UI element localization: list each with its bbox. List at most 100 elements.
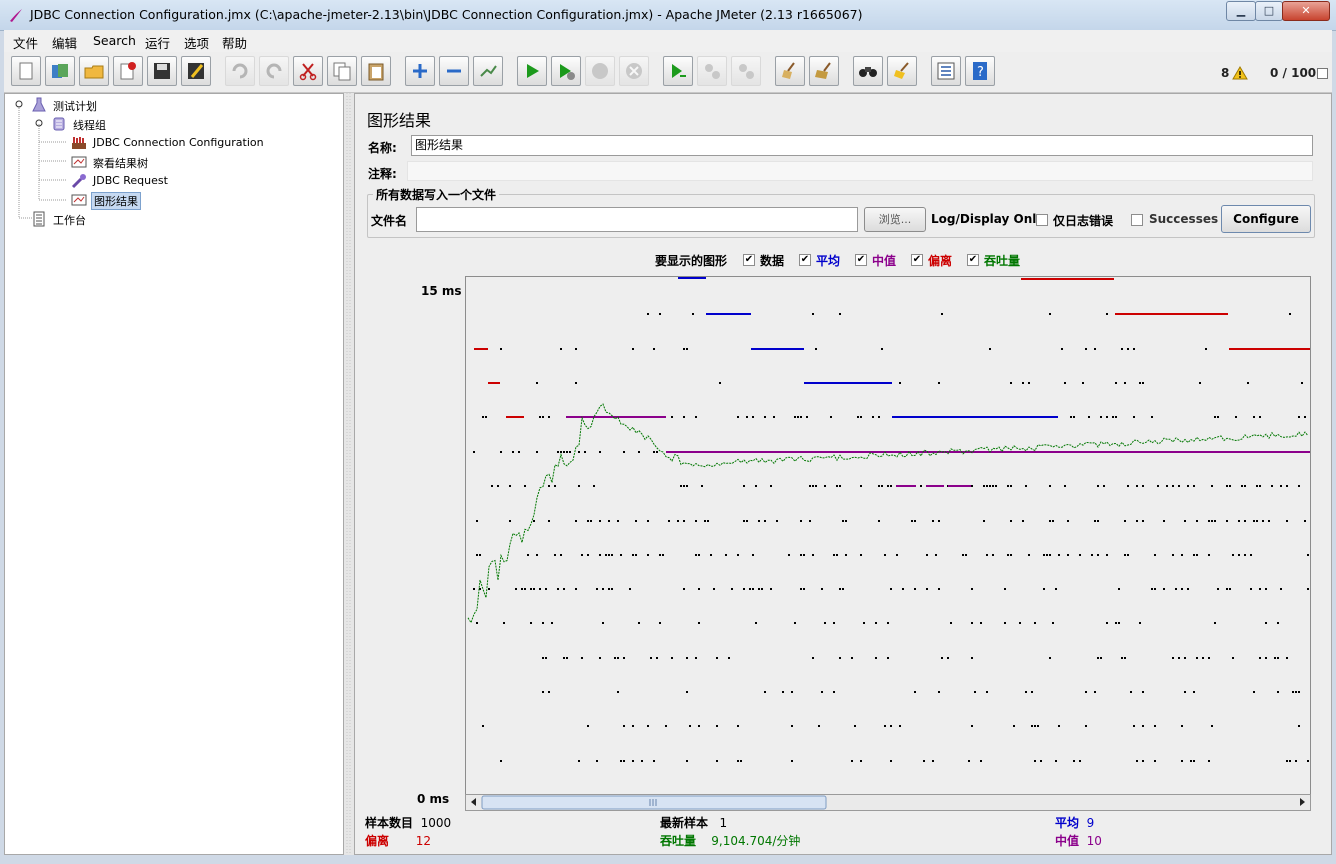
configure-button[interactable]: Configure	[1221, 205, 1311, 233]
average-checkbox[interactable]: ✔	[799, 254, 811, 266]
menu-help[interactable]: 帮助	[222, 33, 247, 52]
deviation-label: 偏离	[928, 254, 953, 268]
sweep-icon	[894, 62, 909, 79]
function-helper-button[interactable]	[931, 56, 961, 86]
broom-all-icon	[815, 62, 831, 79]
throughput-checkbox[interactable]: ✔	[967, 254, 979, 266]
stop-button[interactable]	[585, 56, 615, 86]
comment-input[interactable]	[407, 161, 1313, 181]
name-label: 名称:	[368, 141, 397, 155]
y-axis-min-label: 0 ms	[417, 792, 450, 806]
menu-search[interactable]: Search	[93, 33, 136, 48]
menu-edit[interactable]: 编辑	[52, 33, 77, 52]
menu-options[interactable]: 选项	[184, 33, 209, 52]
maximize-button[interactable]: □	[1255, 1, 1283, 21]
templates-button[interactable]	[45, 56, 75, 86]
save-screenshot-button[interactable]	[181, 56, 211, 86]
redo-button[interactable]	[259, 56, 289, 86]
remote-stop-button[interactable]	[697, 56, 727, 86]
samples-stat: 样本数目 1000	[365, 814, 451, 831]
graphs-to-display-label: 要显示的图形	[655, 254, 728, 268]
tree-item-label: 察看结果树	[93, 157, 148, 170]
reset-search-button[interactable]	[887, 56, 917, 86]
deviation-value: 12	[415, 834, 431, 848]
plus-icon	[413, 64, 427, 78]
errors-only-checkbox[interactable]	[1036, 214, 1048, 226]
deviation-stat-label: 偏离	[365, 834, 390, 848]
new-file-icon	[19, 62, 33, 80]
close-file-button[interactable]	[113, 56, 143, 86]
samples-label: 样本数目	[365, 816, 414, 830]
sampler-icon	[71, 174, 86, 189]
listener-icon	[71, 194, 87, 206]
median-stat-label: 中值	[1055, 834, 1080, 848]
sample-dots	[473, 313, 1309, 762]
throughput-stat: 吞吐量 9,104.704/分钟	[660, 832, 800, 849]
scrollbar-track	[471, 795, 1305, 810]
tree-item-label: JDBC Request	[93, 174, 168, 187]
filename-input[interactable]	[416, 207, 858, 232]
cut-button[interactable]	[293, 56, 323, 86]
graph-canvas	[467, 277, 1310, 762]
splitter-grip	[346, 93, 351, 855]
tree-item-label: 线程组	[73, 119, 106, 132]
stop-icon	[592, 63, 608, 79]
deviation-checkbox[interactable]: ✔	[911, 254, 923, 266]
collapse-all-button[interactable]	[439, 56, 469, 86]
search-button[interactable]	[853, 56, 883, 86]
panel-title: 图形结果	[367, 111, 432, 130]
average-stat-label: 平均	[1055, 816, 1080, 830]
horizontal-scrollbar[interactable]	[465, 794, 1311, 811]
maximize-icon: □	[1263, 4, 1275, 17]
help-icon: ?	[973, 62, 987, 80]
group-title: 所有数据写入一个文件	[373, 186, 500, 203]
paste-button[interactable]	[361, 56, 391, 86]
save-icon	[154, 63, 170, 79]
save-button[interactable]	[147, 56, 177, 86]
clear-all-button[interactable]	[809, 56, 839, 86]
minimize-button[interactable]: ▁	[1226, 1, 1256, 21]
minus-icon	[447, 69, 461, 73]
templates-icon	[52, 64, 68, 78]
remote-start-button[interactable]	[663, 56, 693, 86]
graph-results-panel: 图形结果 名称: 图形结果 注释: 所有数据写入一个文件 文件名 浏览... L…	[354, 93, 1332, 855]
clear-button[interactable]	[775, 56, 805, 86]
close-button[interactable]: ✕	[1282, 1, 1330, 21]
data-checkbox[interactable]: ✔	[743, 254, 755, 266]
warning-icon[interactable]	[1232, 66, 1248, 80]
start-no-timers-button[interactable]	[551, 56, 581, 86]
shutdown-button[interactable]	[619, 56, 649, 86]
broom-icon	[782, 62, 795, 79]
deviation-stat: 偏离 12	[365, 832, 431, 849]
menu-file[interactable]: 文件	[13, 33, 38, 52]
jdbc-config-icon	[72, 137, 86, 149]
remote-shutdown-button[interactable]	[731, 56, 761, 86]
toggle-icon	[480, 65, 497, 77]
cut-icon	[299, 63, 317, 81]
undo-button[interactable]	[225, 56, 255, 86]
help-button[interactable]: ?	[965, 56, 995, 86]
write-to-file-group: 所有数据写入一个文件 文件名 浏览... Log/Display Only: 仅…	[367, 186, 1315, 238]
toggle-button[interactable]	[473, 56, 503, 86]
tree-item-label: 测试计划	[53, 100, 97, 113]
browse-button[interactable]: 浏览...	[864, 207, 926, 232]
minimize-icon: ▁	[1236, 4, 1246, 17]
tree-item-label: 工作台	[53, 214, 86, 227]
average-label: 平均	[816, 254, 841, 268]
open-button[interactable]	[79, 56, 109, 86]
name-input[interactable]: 图形结果	[411, 135, 1313, 156]
comment-label: 注释:	[368, 167, 397, 181]
throughput-value: 9,104.704/分钟	[711, 834, 801, 848]
errors-only-label: 仅日志错误	[1053, 214, 1114, 228]
filename-label: 文件名	[371, 214, 408, 228]
successes-checkbox[interactable]	[1131, 214, 1143, 226]
expand-all-button[interactable]	[405, 56, 435, 86]
title-bar: JDBC Connection Configuration.jmx (C:\ap…	[0, 0, 1336, 31]
menu-run[interactable]: 运行	[145, 33, 170, 52]
new-button[interactable]	[11, 56, 41, 86]
start-button[interactable]	[517, 56, 547, 86]
median-checkbox[interactable]: ✔	[855, 254, 867, 266]
copy-button[interactable]	[327, 56, 357, 86]
splitter[interactable]	[344, 93, 354, 855]
toolbar: ? 8 0 / 100	[4, 52, 1332, 93]
